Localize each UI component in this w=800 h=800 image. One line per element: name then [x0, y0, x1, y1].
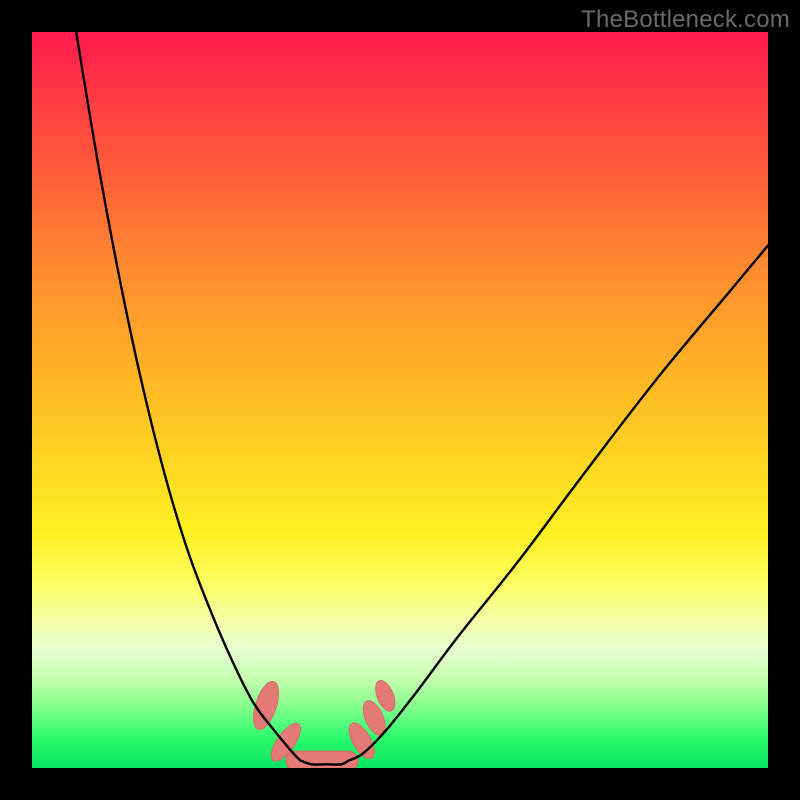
chart-frame: TheBottleneck.com — [0, 0, 800, 800]
chart-svg — [32, 32, 768, 768]
watermark-text: TheBottleneck.com — [581, 6, 790, 34]
markers-group — [249, 678, 399, 768]
curve-right — [348, 245, 768, 760]
curve-left — [76, 32, 300, 761]
plot-area — [32, 32, 768, 768]
